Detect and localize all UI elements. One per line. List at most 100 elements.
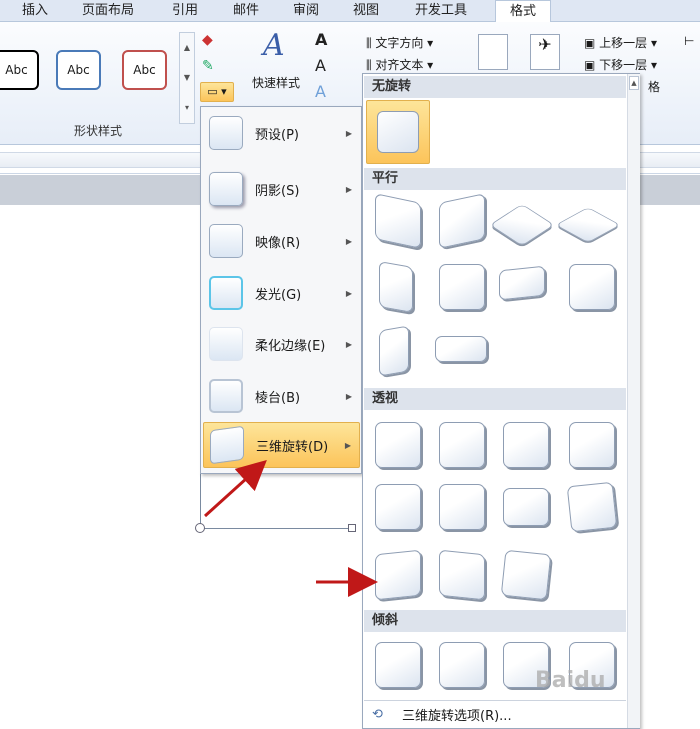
scroll-up-icon[interactable]: ▲ (629, 76, 639, 90)
rotation-option[interactable] (566, 481, 618, 533)
rotation-option[interactable] (439, 193, 485, 249)
menu-item-label: 映像(R) (255, 235, 301, 251)
bring-forward-label: 上移一层 (599, 36, 648, 50)
3d-rotation-options-item[interactable]: ⟲ 三维旋转选项(R)... (364, 700, 626, 728)
watermark-logo: Baidu (535, 668, 606, 693)
shape-effects-button[interactable]: ▭ ▾ (200, 82, 234, 102)
rotation-option[interactable] (375, 642, 421, 688)
shape-effects-menu: 预设(P) ▶ 阴影(S) ▶ 映像(R) ▶ 发光(G) ▶ 柔化边缘(E) ▶ 棱台(… (200, 106, 362, 474)
text-outline-icon[interactable]: A (315, 56, 326, 75)
align-icon[interactable]: ⊢ (684, 34, 694, 48)
text-effects-icon[interactable]: A (315, 82, 326, 101)
section-oblique: 倾斜 (364, 610, 626, 632)
ribbon-tabs: 插入 页面布局 引用 邮件 审阅 视图 开发工具 格式 (0, 0, 700, 23)
submenu-arrow-icon: ▶ (345, 236, 352, 246)
reflection-icon (209, 224, 243, 258)
outline-icon[interactable]: ✎ (202, 58, 214, 74)
rotation-option[interactable] (503, 422, 549, 468)
rotation-option[interactable] (569, 422, 615, 468)
menu-item-label: 棱台(B) (255, 390, 301, 406)
send-backward-button[interactable]: ▣ 下移一层 ▾ (584, 56, 657, 73)
shape-style-1[interactable]: Abc (0, 50, 39, 90)
tab-insert[interactable]: 插入 (22, 0, 48, 22)
resize-handle[interactable] (195, 523, 205, 533)
rotation-option[interactable] (569, 264, 615, 310)
resize-handle[interactable] (348, 524, 356, 532)
rotation-option[interactable] (439, 484, 485, 530)
menu-item-preset[interactable]: 预设(P) ▶ (203, 110, 360, 156)
shape-style-gallery: Abc Abc Abc ▲ ▼ ▾ (0, 26, 196, 124)
quick-style-icon[interactable]: A (263, 28, 285, 63)
menu-item-label: 阴影(S) (255, 183, 300, 199)
menu-item-bevel[interactable]: 棱台(B) ▶ (203, 373, 360, 419)
tab-format[interactable]: 格式 (495, 0, 552, 23)
rotation-option[interactable] (439, 422, 485, 468)
tab-review[interactable]: 审阅 (293, 0, 319, 22)
quick-styles-label[interactable]: 快速样式 (252, 74, 300, 91)
wrap-partial-label: 格 (648, 80, 661, 94)
shape-style-3[interactable]: Abc (122, 50, 167, 90)
rotation-option[interactable] (375, 422, 421, 468)
submenu-arrow-icon: ▶ (345, 288, 352, 298)
group-label-shape-styles: 形状样式 (73, 124, 122, 138)
bevel-icon (209, 379, 243, 413)
shape-edge-bottom (200, 528, 352, 529)
no-rotation-icon (377, 111, 419, 153)
rotation-option[interactable] (375, 193, 421, 249)
tab-page-layout[interactable]: 页面布局 (82, 0, 134, 22)
wrap-text-icon[interactable]: ✈ (530, 34, 560, 70)
rotation-option[interactable] (439, 549, 485, 601)
submenu-arrow-icon: ▶ (345, 339, 352, 349)
rotation-option[interactable] (379, 325, 409, 377)
soft-edges-icon (209, 327, 243, 361)
menu-item-reflection[interactable]: 映像(R) ▶ (203, 218, 360, 264)
section-no-rotation: 无旋转 (364, 76, 626, 98)
submenu-arrow-icon: ▶ (345, 391, 352, 401)
shadow-icon (209, 172, 243, 206)
send-backward-label: 下移一层 (599, 58, 648, 72)
menu-item-label: 发光(G) (255, 287, 302, 303)
menu-item-glow[interactable]: 发光(G) ▶ (203, 270, 360, 316)
rotation-option[interactable] (379, 261, 413, 313)
rotation-option[interactable] (375, 484, 421, 530)
3d-options-icon: ⟲ (372, 707, 383, 722)
rotation-option[interactable] (555, 207, 621, 243)
rotation-option[interactable] (499, 265, 545, 301)
rotation-option[interactable] (503, 488, 549, 526)
preset-icon (209, 116, 243, 150)
bring-forward-button[interactable]: ▣ 上移一层 ▾ (584, 34, 657, 51)
rotation-option[interactable] (489, 203, 555, 247)
shape-style-2[interactable]: Abc (56, 50, 101, 90)
menu-item-shadow[interactable]: 阴影(S) ▶ (203, 166, 360, 212)
menu-item-soft-edges[interactable]: 柔化边缘(E) ▶ (203, 321, 360, 367)
fill-icon[interactable]: ◆ (202, 32, 213, 48)
rotation-option[interactable] (435, 336, 487, 362)
tab-developer[interactable]: 开发工具 (415, 0, 467, 22)
rotation-option-selected[interactable] (366, 100, 430, 164)
align-text-label: 对齐文本 (375, 58, 424, 72)
tab-view[interactable]: 视图 (353, 0, 379, 22)
3d-rotation-submenu: 无旋转 平行 透视 倾斜 ▲ ⟲ 三维旋转选项(R)... (362, 73, 640, 729)
rotation-option[interactable] (375, 549, 421, 601)
menu-item-label: 三维旋转(D) (256, 439, 329, 455)
tab-mailings[interactable]: 邮件 (233, 0, 259, 22)
rotation-option[interactable] (439, 642, 485, 688)
submenu-arrow-icon: ▶ (345, 128, 352, 138)
submenu-arrow-icon: ▶ (344, 440, 351, 450)
submenu-arrow-icon: ▶ (345, 184, 352, 194)
3d-rotation-icon (210, 425, 244, 465)
align-text-button[interactable]: ⫼ 对齐文本 ▾ (366, 56, 433, 73)
menu-item-3d-rotation[interactable]: 三维旋转(D) ▶ (203, 422, 360, 468)
tab-references[interactable]: 引用 (172, 0, 198, 22)
glow-icon (209, 276, 243, 310)
section-parallel: 平行 (364, 168, 626, 190)
gallery-scroll[interactable]: ▲ ▼ ▾ (179, 32, 195, 124)
submenu-scrollbar[interactable]: ▲ (627, 74, 640, 728)
text-direction-label: 文字方向 (375, 36, 424, 50)
text-direction-button[interactable]: ⫼ 文字方向 ▾ (366, 34, 433, 51)
3d-options-label: 三维旋转选项(R)... (402, 709, 512, 724)
text-fill-icon[interactable]: A (315, 30, 327, 49)
position-icon[interactable] (478, 34, 508, 70)
rotation-option[interactable] (500, 549, 552, 601)
rotation-option[interactable] (439, 264, 485, 310)
